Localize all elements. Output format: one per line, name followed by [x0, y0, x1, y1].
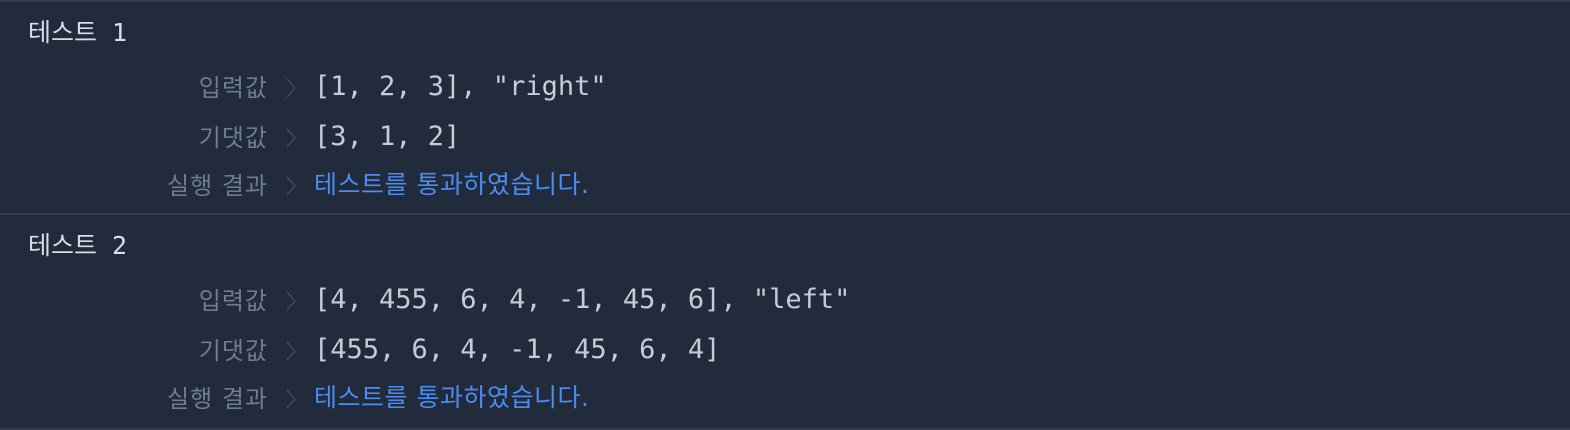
result-value: 테스트를 통과하였습니다. — [314, 170, 590, 199]
input-row: 입력값 [4, 455, 6, 4, -1, 45, 6], "left" — [0, 281, 1570, 321]
result-label: 실행 결과 — [167, 172, 268, 200]
result-row: 실행 결과 테스트를 통과하였습니다. — [0, 166, 1570, 206]
input-row: 입력값 [1, 2, 3], "right" — [0, 68, 1570, 108]
test-results-panel: 테스트 1 입력값 [1, 2, 3], "right" 기댓값 [3, 1, … — [0, 0, 1570, 430]
expected-label: 기댓값 — [198, 124, 268, 152]
input-value: [1, 2, 3], "right" — [314, 71, 607, 102]
result-value: 테스트를 통과하였습니다. — [314, 383, 590, 412]
expected-label: 기댓값 — [198, 337, 268, 365]
chevron-right-icon — [286, 128, 297, 148]
chevron-right-icon — [286, 78, 297, 98]
test-title: 테스트 1 — [28, 18, 128, 47]
chevron-right-icon — [286, 176, 297, 196]
expected-value: [3, 1, 2] — [314, 121, 461, 152]
expected-row: 기댓값 [3, 1, 2] — [0, 118, 1570, 158]
input-label: 입력값 — [198, 287, 268, 315]
expected-value: [455, 6, 4, -1, 45, 6, 4] — [314, 334, 721, 365]
test-case-1: 테스트 1 입력값 [1, 2, 3], "right" 기댓값 [3, 1, … — [0, 2, 1570, 211]
input-label: 입력값 — [198, 74, 268, 102]
chevron-right-icon — [286, 389, 297, 409]
test-case-2: 테스트 2 입력값 [4, 455, 6, 4, -1, 45, 6], "le… — [0, 213, 1570, 422]
test-title: 테스트 2 — [28, 231, 128, 260]
result-label: 실행 결과 — [167, 385, 268, 413]
input-value: [4, 455, 6, 4, -1, 45, 6], "left" — [314, 284, 851, 315]
expected-row: 기댓값 [455, 6, 4, -1, 45, 6, 4] — [0, 331, 1570, 371]
chevron-right-icon — [286, 341, 297, 361]
result-row: 실행 결과 테스트를 통과하였습니다. — [0, 379, 1570, 419]
chevron-right-icon — [286, 291, 297, 311]
